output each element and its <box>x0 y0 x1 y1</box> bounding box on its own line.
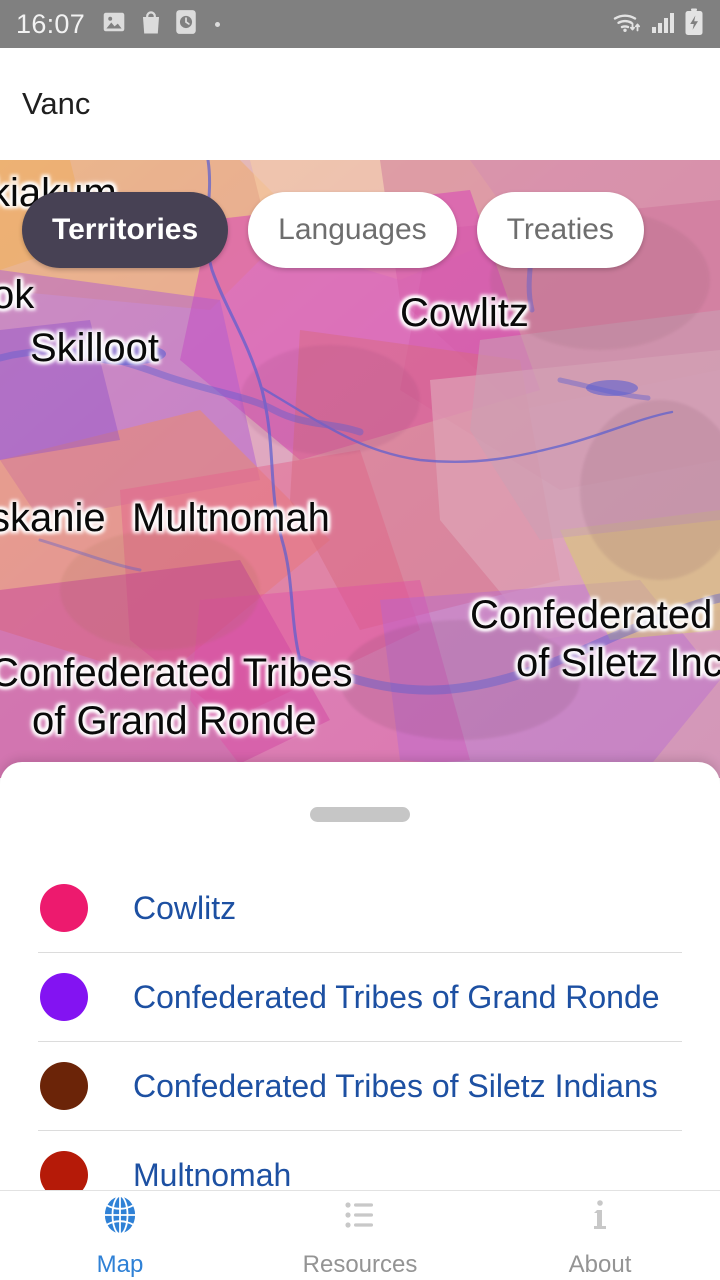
image-icon <box>101 9 127 40</box>
nav-item-map[interactable]: Map <box>0 1191 240 1280</box>
tab-languages[interactable]: Languages <box>248 192 457 268</box>
status-bar: 16:07 <box>0 0 720 48</box>
info-icon <box>577 1192 623 1243</box>
list-item[interactable]: Confederated Tribes of Siletz Indians <box>0 1042 720 1130</box>
list-item-label: Confederated Tribes of Grand Ronde <box>133 978 660 1015</box>
clock-icon <box>175 9 197 40</box>
app-root: 16:07 Vanc ok Skilloot Cowlitz skanie Mu… <box>0 0 720 1280</box>
nav-label-resources: Resources <box>302 1251 418 1278</box>
shopping-bag-icon <box>139 9 163 40</box>
list-item-label: Cowlitz <box>133 889 237 926</box>
list-item-label: Multnomah <box>133 1156 292 1191</box>
color-swatch <box>40 973 88 1021</box>
list-item-label: Confederated Tribes of Siletz Indians <box>133 1067 658 1104</box>
app-bar: Vanc <box>0 48 720 160</box>
nav-label-map: Map <box>96 1251 144 1278</box>
list-item[interactable]: Multnomah <box>0 1131 720 1190</box>
nav-item-about[interactable]: About <box>480 1191 720 1280</box>
bottom-sheet[interactable]: Cowlitz Confederated Tribes of Grand Ron… <box>0 762 720 1190</box>
map-filter-tabs: Territories Languages Treaties <box>22 192 644 268</box>
tab-treaties[interactable]: Treaties <box>476 192 644 268</box>
list-icon <box>337 1192 383 1243</box>
drag-handle[interactable] <box>310 807 410 822</box>
wifi-icon <box>612 9 644 40</box>
status-time: 16:07 <box>16 8 86 39</box>
nav-item-resources[interactable]: Resources <box>240 1191 480 1280</box>
page-title: Vanc <box>22 86 91 121</box>
bottom-navigation: Map Resources About <box>0 1190 720 1280</box>
tab-territories[interactable]: Territories <box>22 192 229 268</box>
list-item[interactable]: Cowlitz <box>0 864 720 952</box>
list-item[interactable]: Confederated Tribes of Grand Ronde <box>0 953 720 1041</box>
territory-list: Cowlitz Confederated Tribes of Grand Ron… <box>0 864 720 1190</box>
status-notification-icons <box>101 9 221 40</box>
color-swatch <box>40 884 88 932</box>
battery-charging-icon <box>684 8 704 41</box>
color-swatch <box>40 1151 88 1190</box>
globe-icon <box>97 1192 143 1243</box>
nav-label-about: About <box>568 1251 632 1278</box>
small-dot-icon <box>215 21 221 27</box>
color-swatch <box>40 1062 88 1110</box>
cellular-signal-icon <box>651 9 677 40</box>
status-system-icons <box>612 8 704 41</box>
